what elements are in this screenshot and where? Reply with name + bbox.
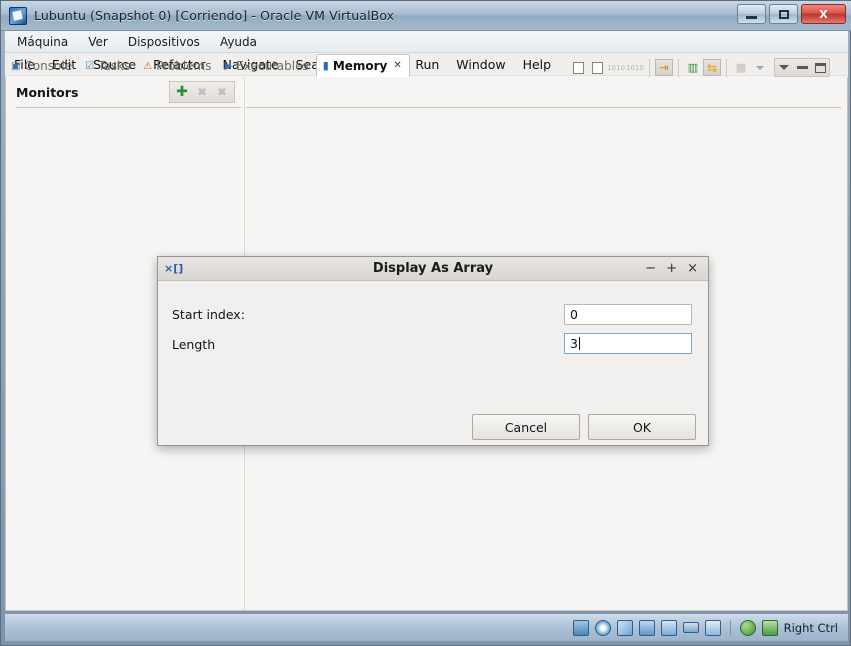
virtualbox-menubar: Máquina Ver Dispositivos Ayuda: [5, 31, 848, 53]
monitors-divider: [16, 107, 241, 108]
dialog-minimize-icon[interactable]: −: [645, 262, 656, 275]
tab-executables-label: Executables: [236, 59, 309, 73]
prev-rendering-icon[interactable]: 1010: [607, 59, 625, 76]
pin-icon[interactable]: ▩: [732, 59, 750, 76]
virtualbox-icon: [9, 6, 27, 25]
vbox-menu-maquina[interactable]: Máquina: [17, 35, 68, 49]
dialog-close-icon[interactable]: ×: [687, 262, 698, 275]
toolbar-separator: [726, 58, 727, 77]
console-icon: ▣: [11, 60, 21, 72]
maximize-button[interactable]: [769, 4, 798, 24]
new-memory-view-icon[interactable]: [588, 59, 606, 76]
close-icon[interactable]: ✕: [393, 60, 401, 71]
ok-button[interactable]: OK: [588, 414, 696, 440]
executables-icon: ▶: [224, 60, 233, 72]
minimize-icon: [746, 15, 757, 19]
memory-view-tabs: ▣ Console ☑ Tasks ⚠ Problems ▶ Executabl…: [5, 53, 832, 77]
tab-console-label: Console: [24, 59, 73, 73]
maximize-icon: [778, 9, 789, 19]
tab-console[interactable]: ▣ Console: [5, 55, 79, 77]
usb-icon[interactable]: [616, 619, 633, 636]
eclipse-ide: File Edit Source Refactor Navigate Searc…: [5, 53, 848, 611]
text-caret: [578, 337, 580, 350]
display-as-array-dialog: ×[] Display As Array − + × Start index: …: [157, 256, 709, 446]
toolbar-separator: [678, 58, 679, 77]
virtualbox-window: Lubuntu (Snapshot 0) [Corriendo] - Oracl…: [0, 0, 851, 646]
dialog-maximize-icon[interactable]: +: [666, 262, 677, 275]
host-key-icon[interactable]: [761, 619, 778, 636]
globe-icon[interactable]: [739, 619, 756, 636]
tab-memory[interactable]: ▮ Memory ✕: [315, 54, 410, 77]
maximize-icon[interactable]: [811, 59, 829, 76]
start-index-label: Start index:: [172, 307, 245, 322]
toggle-panes-icon[interactable]: ⇆: [703, 59, 721, 76]
tasks-icon: ☑: [85, 60, 95, 72]
view-menu-icon[interactable]: [775, 59, 793, 76]
length-input[interactable]: 3: [564, 333, 692, 354]
monitors-label: Monitors: [16, 85, 79, 100]
add-monitor-icon[interactable]: ✚: [173, 84, 191, 101]
problems-icon: ⚠: [143, 60, 153, 72]
memory-icon: ▮: [322, 59, 329, 72]
display-icon[interactable]: [682, 622, 699, 633]
folder-icon[interactable]: [660, 619, 677, 636]
harddisk-icon[interactable]: [572, 619, 589, 636]
start-index-value: 0: [570, 307, 578, 322]
toggle-split-icon[interactable]: ▥: [684, 59, 702, 76]
remove-all-monitors-icon[interactable]: ✖: [213, 84, 231, 101]
memory-view: ▣ Console ☑ Tasks ⚠ Problems ▶ Executabl…: [5, 53, 848, 611]
minimize-button[interactable]: [737, 4, 766, 24]
tab-executables[interactable]: ▶ Executables: [219, 55, 316, 77]
close-button[interactable]: X: [801, 4, 846, 24]
tab-tasks-label: Tasks: [98, 59, 131, 73]
window-controls: X: [737, 4, 846, 24]
memory-view-toolbar: 1010 1010 ⇥ ▥ ⇆ ▩: [569, 58, 832, 77]
start-index-input[interactable]: 0: [564, 304, 692, 325]
close-icon: X: [819, 7, 828, 21]
next-rendering-icon[interactable]: 1010: [626, 59, 644, 76]
toolbar-separator: [649, 58, 650, 77]
monitors-toolbar: ✚ ✖ ✖: [169, 81, 235, 103]
cancel-button[interactable]: Cancel: [472, 414, 580, 440]
memory-renderings-divider: [246, 107, 841, 108]
tab-tasks[interactable]: ☑ Tasks: [79, 55, 137, 77]
remove-monitor-icon[interactable]: ✖: [193, 84, 211, 101]
link-memory-icon[interactable]: ⇥: [655, 59, 673, 76]
dialog-titlebar[interactable]: ×[] Display As Array − + ×: [158, 257, 708, 281]
minimize-icon[interactable]: [793, 59, 811, 76]
dialog-title: Display As Array: [372, 261, 494, 276]
tab-problems-label: Problems: [156, 59, 212, 73]
network-icon[interactable]: [638, 619, 655, 636]
virtualbox-titlebar: Lubuntu (Snapshot 0) [Corriendo] - Oracl…: [1, 1, 851, 31]
pin-dropdown-icon[interactable]: [751, 59, 769, 76]
host-key-label: Right Ctrl: [783, 620, 838, 635]
vbox-menu-ayuda[interactable]: Ayuda: [220, 35, 257, 49]
tab-memory-label: Memory: [332, 58, 388, 73]
window-title: Lubuntu (Snapshot 0) [Corriendo] - Oracl…: [34, 8, 395, 23]
length-label: Length: [172, 337, 216, 352]
cpu-icon[interactable]: [704, 619, 721, 636]
status-separator: [729, 619, 731, 636]
array-icon: ×[]: [164, 262, 184, 275]
vbox-menu-ver[interactable]: Ver: [88, 35, 108, 49]
memory-view-window-buttons: [774, 58, 830, 77]
new-renderings-icon[interactable]: [569, 59, 587, 76]
tab-problems[interactable]: ⚠ Problems: [137, 55, 218, 77]
optical-disc-icon[interactable]: [594, 619, 611, 636]
length-value: 3: [570, 336, 578, 351]
dialog-window-controls: − + ×: [645, 262, 708, 275]
virtualbox-statusbar: Right Ctrl: [5, 613, 848, 641]
vbox-menu-dispositivos[interactable]: Dispositivos: [128, 35, 200, 49]
